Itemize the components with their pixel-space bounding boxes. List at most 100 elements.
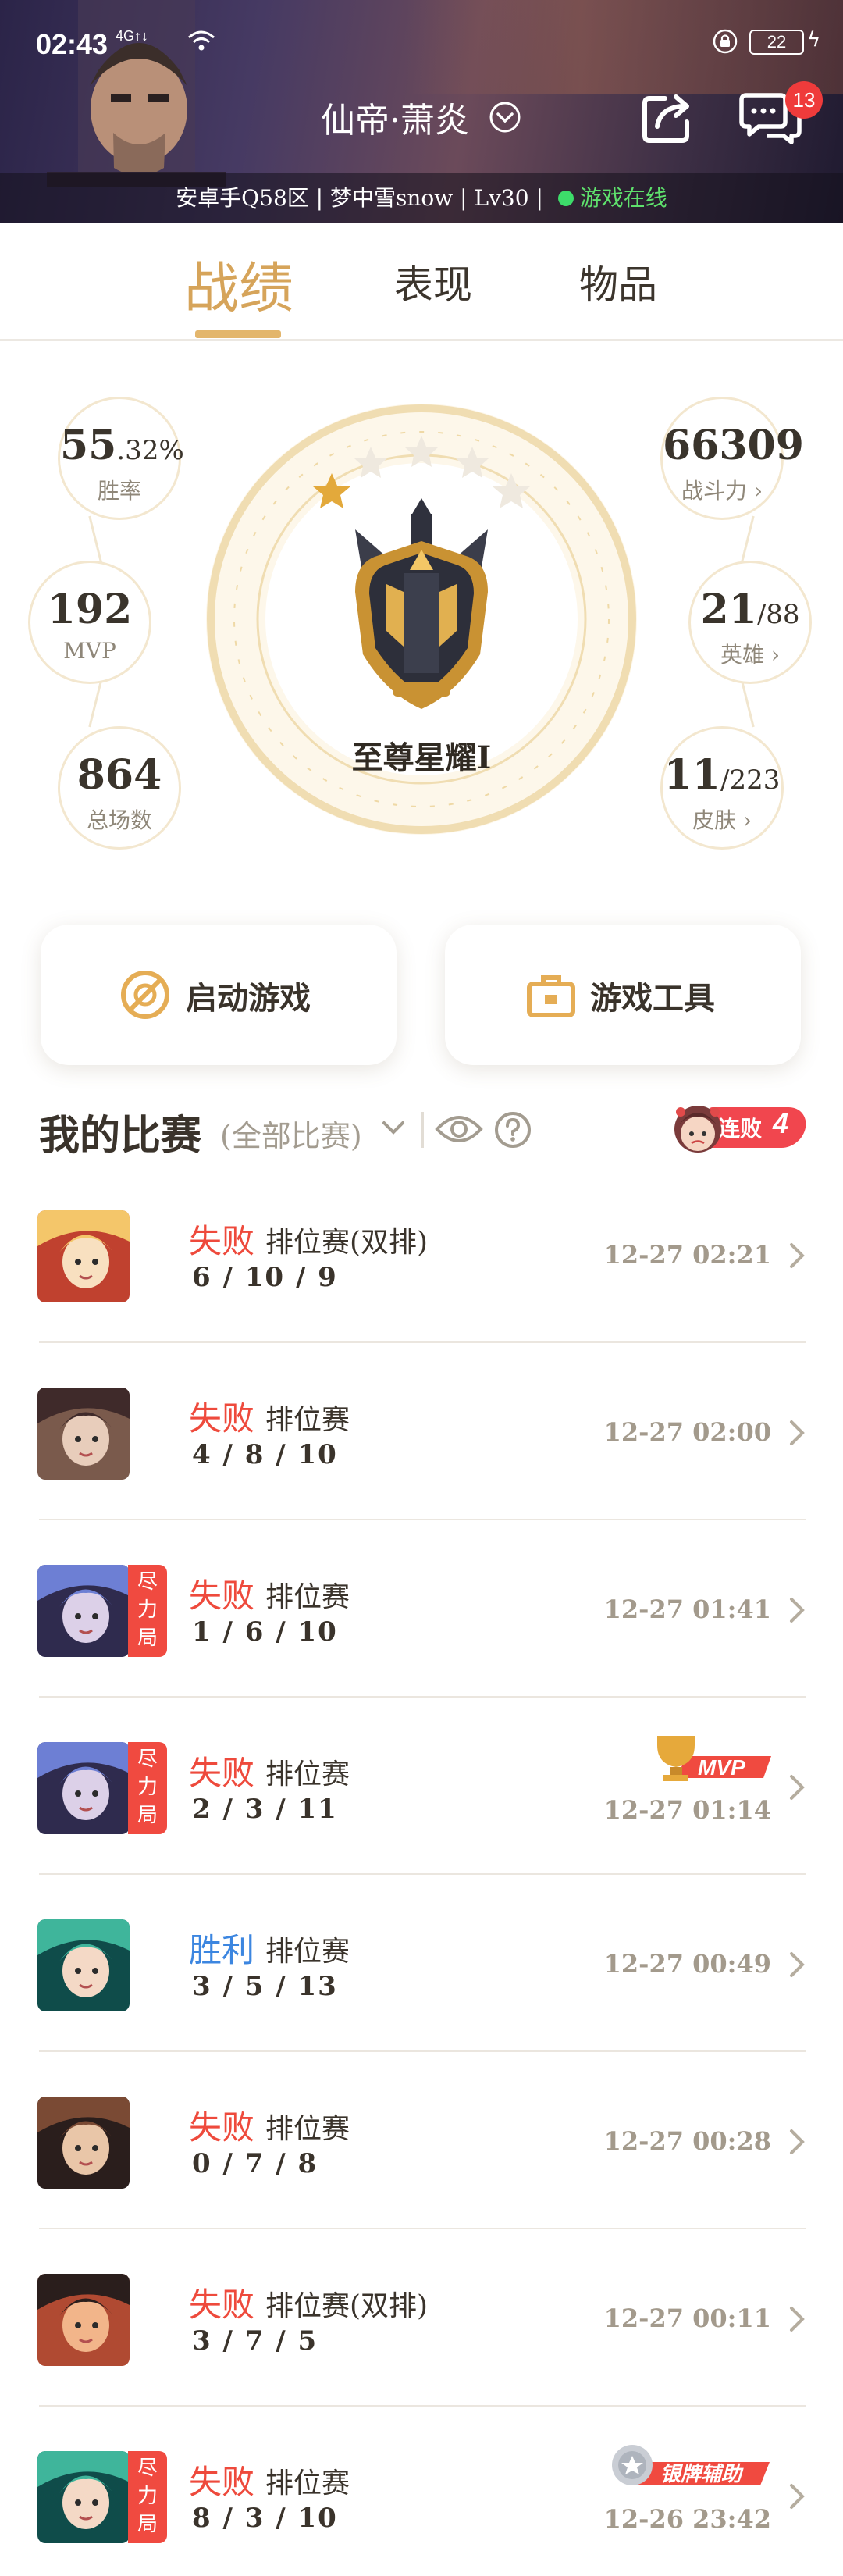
stat-heroes[interactable]: 21/88 英雄 › bbox=[688, 561, 812, 684]
heroes-total: /88 bbox=[756, 599, 800, 630]
chevron-right-icon bbox=[790, 1243, 805, 1268]
match-result: 失败 bbox=[189, 1754, 255, 1792]
match-mode: 排位赛(双排) bbox=[265, 1227, 429, 1259]
heroes-owned: 21 bbox=[700, 586, 757, 633]
chevron-down-icon[interactable] bbox=[378, 1112, 409, 1143]
online-status: 游戏在线 bbox=[579, 185, 667, 211]
match-result: 失败 bbox=[189, 1222, 255, 1260]
match-result: 失败 bbox=[189, 1577, 255, 1615]
match-result: 胜利 bbox=[189, 1931, 255, 1969]
chevron-right-icon bbox=[790, 1420, 805, 1445]
chevron-right-icon bbox=[790, 2484, 805, 2509]
match-mode: 排位赛 bbox=[265, 1758, 350, 1790]
match-mode: 排位赛 bbox=[265, 2113, 350, 2145]
match-row[interactable]: 失败 排位赛 0 / 7 / 8 12-27 00:28 bbox=[0, 2051, 843, 2229]
match-kda: 1 / 6 / 10 bbox=[192, 1616, 338, 1648]
game-tools-button[interactable]: 游戏工具 bbox=[445, 925, 801, 1065]
connector-line bbox=[740, 678, 755, 728]
match-mode: 排位赛 bbox=[265, 1404, 350, 1436]
match-result: 失败 bbox=[189, 2463, 255, 2501]
profile-header: 02:43 4G↑↓ 22 ϟ 仙帝·萧炎 13 安卓手Q58区 | 梦中雪sn… bbox=[0, 0, 843, 223]
match-mode: 排位赛 bbox=[265, 1581, 350, 1613]
player-name-selector[interactable]: 仙帝·萧炎 bbox=[0, 92, 843, 142]
best-effort-badge: 尽力局 bbox=[128, 2451, 167, 2543]
power-label: 战斗力 bbox=[681, 478, 747, 504]
share-icon[interactable] bbox=[638, 87, 698, 147]
chevron-right-icon bbox=[790, 1598, 805, 1623]
separator: | bbox=[535, 185, 543, 211]
skins-label: 皮肤 bbox=[692, 807, 736, 833]
server-name: 安卓手Q58区 bbox=[176, 185, 309, 211]
win-rate-label: 胜率 bbox=[97, 478, 141, 504]
win-rate-decimal: .32% bbox=[116, 435, 184, 466]
match-time: 12-26 23:42 bbox=[603, 2504, 771, 2534]
tab-items[interactable]: 物品 bbox=[579, 254, 657, 310]
tab-record[interactable]: 战绩 bbox=[184, 244, 293, 323]
match-time: 12-27 01:41 bbox=[603, 1594, 771, 1624]
eye-icon[interactable] bbox=[434, 1110, 484, 1148]
signal-indicator: 4G↑↓ bbox=[116, 28, 149, 44]
player-name: 仙帝·萧炎 bbox=[321, 101, 469, 141]
match-time: 12-27 01:14 bbox=[603, 1795, 771, 1825]
connector-line bbox=[88, 678, 103, 728]
skins-owned: 11 bbox=[663, 751, 720, 799]
match-kda: 0 / 7 / 8 bbox=[192, 2148, 318, 2179]
match-kda: 8 / 3 / 10 bbox=[192, 2503, 338, 2534]
launch-game-button[interactable]: 启动游戏 bbox=[41, 925, 397, 1065]
connector-line bbox=[740, 515, 755, 565]
chevron-right-icon bbox=[790, 2129, 805, 2154]
stat-power[interactable]: 66309 战斗力 › bbox=[660, 397, 804, 520]
stat-skins[interactable]: 11/223 皮肤 › bbox=[660, 726, 784, 850]
help-icon[interactable] bbox=[493, 1110, 532, 1149]
match-time: 12-27 00:28 bbox=[603, 2126, 771, 2156]
award-label: 银牌辅助 bbox=[660, 2463, 744, 2486]
rank-name: 至尊星耀I bbox=[351, 739, 492, 776]
divider bbox=[422, 1112, 424, 1148]
launch-icon bbox=[121, 971, 169, 1019]
stat-total-games: 864 总场数 bbox=[58, 726, 181, 850]
rotation-lock-icon bbox=[713, 29, 738, 54]
best-effort-badge: 尽力局 bbox=[128, 1742, 167, 1834]
match-time: 12-27 02:00 bbox=[603, 1417, 771, 1447]
match-kda: 6 / 10 / 9 bbox=[192, 1262, 338, 1293]
hero-avatar bbox=[37, 1565, 130, 1657]
match-row[interactable]: 尽力局失败 排位赛 1 / 6 / 10 12-27 01:41 bbox=[0, 1520, 843, 1698]
skins-total: /223 bbox=[720, 764, 781, 796]
match-row[interactable]: 胜利 排位赛 3 / 5 / 13 12-27 00:49 bbox=[0, 1874, 843, 2052]
connector-line bbox=[88, 515, 103, 565]
wifi-icon bbox=[188, 30, 215, 51]
match-kda: 3 / 5 / 13 bbox=[192, 1971, 338, 2002]
match-row[interactable]: 尽力局失败 排位赛 8 / 3 / 10 银牌辅助 12-26 23:42 bbox=[0, 2406, 843, 2576]
charging-icon: ϟ bbox=[807, 28, 821, 52]
match-row[interactable]: 尽力局失败 排位赛 2 / 3 / 11 MVP 12-27 01:14 bbox=[0, 1697, 843, 1875]
match-kda: 4 / 8 / 10 bbox=[192, 1439, 338, 1470]
status-bar: 02:43 4G↑↓ 22 ϟ bbox=[0, 0, 843, 78]
match-kda: 2 / 3 / 11 bbox=[192, 1794, 338, 1825]
power-value: 66309 bbox=[663, 422, 804, 469]
match-row[interactable]: 失败 排位赛(双排) 6 / 10 / 9 12-27 02:21 bbox=[0, 1165, 843, 1343]
mvp-label: MVP bbox=[63, 638, 116, 664]
match-row[interactable]: 失败 排位赛 4 / 8 / 10 12-27 02:00 bbox=[0, 1342, 843, 1520]
chevron-right-icon: › bbox=[746, 478, 763, 504]
game-tools-label: 游戏工具 bbox=[590, 980, 715, 1017]
tab-performance[interactable]: 表现 bbox=[394, 254, 472, 310]
hero-avatar bbox=[37, 1742, 130, 1834]
chevron-right-icon bbox=[790, 2307, 805, 2332]
tab-bar: 战绩 表现 物品 bbox=[0, 223, 843, 341]
silver-medal-icon: 银牌辅助 bbox=[612, 2445, 770, 2486]
match-result: 失败 bbox=[189, 1399, 255, 1438]
game-nickname: 梦中雪snow bbox=[330, 185, 454, 211]
match-mode: 排位赛 bbox=[265, 1936, 350, 1968]
match-result: 失败 bbox=[189, 2108, 255, 2147]
match-time: 12-27 00:11 bbox=[603, 2303, 771, 2333]
match-row[interactable]: 失败 排位赛(双排) 3 / 7 / 5 12-27 00:11 bbox=[0, 2229, 843, 2407]
hero-avatar bbox=[37, 2451, 130, 2543]
match-filter[interactable]: (全部比赛) bbox=[220, 1112, 362, 1155]
stat-mvp: 192 MVP bbox=[28, 561, 151, 684]
match-time: 12-27 02:21 bbox=[603, 1240, 771, 1270]
hero-avatar bbox=[37, 2274, 130, 2366]
section-title: 我的比赛 bbox=[39, 1112, 202, 1160]
hero-avatar bbox=[37, 1919, 130, 2011]
launch-game-label: 启动游戏 bbox=[186, 980, 311, 1017]
online-dot-icon bbox=[557, 190, 574, 206]
